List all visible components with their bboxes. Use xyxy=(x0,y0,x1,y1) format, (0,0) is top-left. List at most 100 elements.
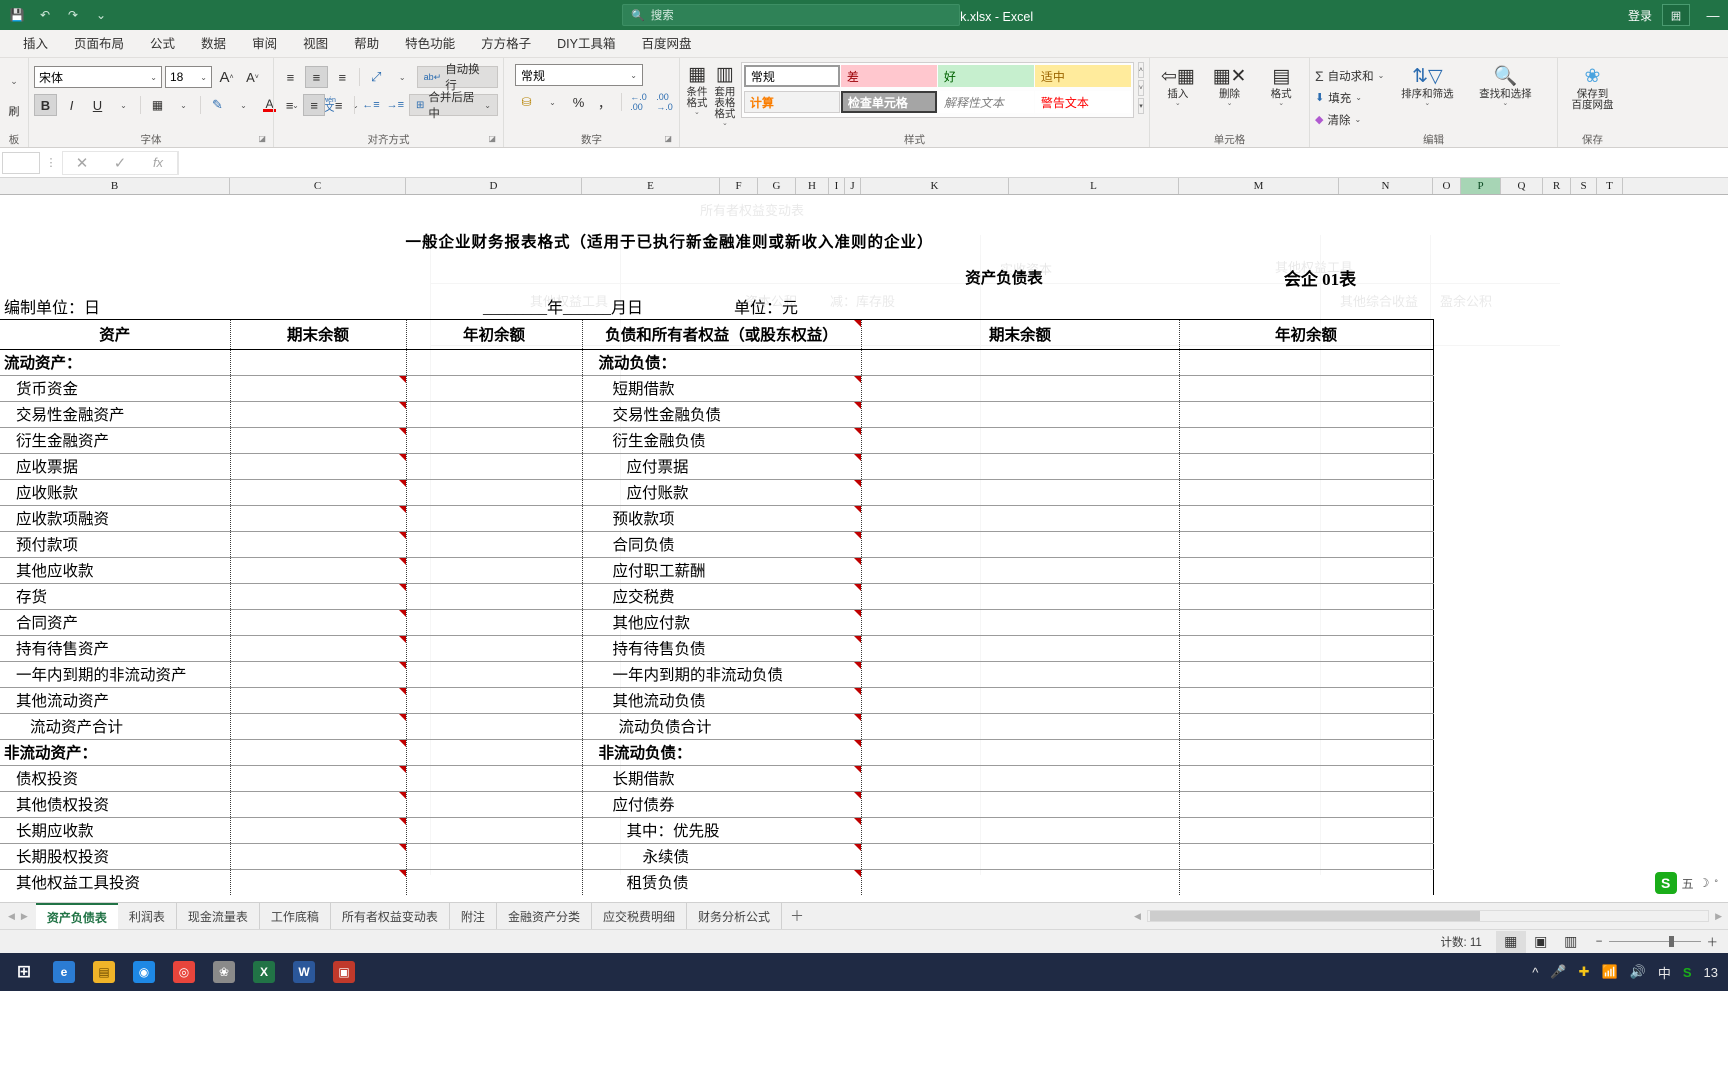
edge-icon[interactable]: e xyxy=(44,953,84,991)
asset-end-value[interactable] xyxy=(230,557,407,584)
system-tray[interactable]: ^ 🎤 ✚ 📶 🔊 中 S 13 xyxy=(1532,963,1728,982)
tray-expand-icon[interactable]: ^ xyxy=(1532,965,1538,980)
asset-end-value[interactable] xyxy=(230,843,407,870)
table-row[interactable]: 长期应收款 其中：优先股 xyxy=(0,817,1623,844)
asset-end-value[interactable] xyxy=(230,687,407,714)
liab-begin-value[interactable] xyxy=(1179,713,1434,740)
ribbon-tab-page-layout[interactable]: 页面布局 xyxy=(61,29,137,57)
table-row[interactable]: 一年内到期的非流动资产 一年内到期的非流动负债 xyxy=(0,661,1623,688)
table-row[interactable]: 应收款项融资 预收款项 xyxy=(0,505,1623,532)
excel-icon[interactable]: X xyxy=(244,953,284,991)
underline-button[interactable]: U xyxy=(86,94,109,116)
fill-color-caret-icon[interactable]: ⌄ xyxy=(232,94,255,116)
asset-label[interactable]: 长期股权投资 xyxy=(0,843,231,870)
ribbon-tab-formulas[interactable]: 公式 xyxy=(137,29,188,57)
liab-begin-value[interactable] xyxy=(1179,557,1434,584)
scroll-up-icon[interactable]: ˄ xyxy=(1137,62,1144,78)
liab-begin-value[interactable] xyxy=(1179,401,1434,428)
liab-begin-value[interactable] xyxy=(1179,843,1434,870)
wps-floating-badge[interactable]: S 五 ☽ ° xyxy=(1654,872,1718,894)
browser-icon[interactable]: ◉ xyxy=(124,953,164,991)
asset-end-value[interactable] xyxy=(230,739,407,766)
column-header-H[interactable]: H xyxy=(796,178,829,194)
asset-begin-value[interactable] xyxy=(406,583,583,610)
scroll-down-icon[interactable]: ˅ xyxy=(1137,80,1144,96)
scroll-right-icon[interactable]: ▶ xyxy=(1709,911,1728,922)
asset-label[interactable]: 合同资产 xyxy=(0,609,231,636)
liab-label[interactable]: 短期借款 xyxy=(582,375,862,402)
liab-label[interactable]: 租赁负债 xyxy=(582,869,862,895)
asset-begin-value[interactable] xyxy=(406,869,583,895)
orientation-icon[interactable]: ⤢ xyxy=(365,66,388,88)
asset-label[interactable]: 货币资金 xyxy=(0,375,231,402)
liab-end-value[interactable] xyxy=(861,817,1180,844)
account-icon[interactable]: 囲 xyxy=(1662,4,1690,26)
zoom-slider-track[interactable] xyxy=(1608,936,1701,947)
liab-end-value[interactable] xyxy=(861,531,1180,558)
asset-label[interactable]: 长期应收款 xyxy=(0,817,231,844)
chevron-down-icon[interactable]: ⌄ xyxy=(1378,71,1385,80)
liab-begin-value[interactable] xyxy=(1179,765,1434,792)
asset-end-value[interactable] xyxy=(230,505,407,532)
chevron-down-icon[interactable]: ⌄ xyxy=(1355,93,1362,102)
asset-end-value[interactable] xyxy=(230,401,407,428)
decrease-decimal-icon[interactable]: .00 →.0 xyxy=(653,91,676,113)
liab-label[interactable]: 预收款项 xyxy=(582,505,862,532)
asset-label[interactable]: 其他应收款 xyxy=(0,557,231,584)
normal-view-icon[interactable]: ▦ xyxy=(1495,930,1526,953)
table-row[interactable]: 其他应收款 应付职工薪酬 xyxy=(0,557,1623,584)
font-name-combobox[interactable]: 宋体 ⌄ xyxy=(34,66,162,88)
asset-begin-value[interactable] xyxy=(406,739,583,766)
orientation-caret-icon[interactable]: ⌄ xyxy=(391,66,414,88)
scroll-thumb[interactable] xyxy=(1149,911,1480,921)
asset-label[interactable]: 债权投资 xyxy=(0,765,231,792)
liab-begin-value[interactable] xyxy=(1179,661,1434,688)
liab-label[interactable]: 其他流动负债 xyxy=(582,687,862,714)
asset-end-value[interactable] xyxy=(230,869,407,895)
column-header-F[interactable]: F xyxy=(720,178,758,194)
liab-label[interactable]: 流动负债： xyxy=(582,349,862,376)
chevron-down-icon[interactable]: ⌄ xyxy=(1424,100,1430,107)
asset-end-value[interactable] xyxy=(230,661,407,688)
align-left-button[interactable]: ≡ xyxy=(279,94,300,116)
sheet-tab-working-papers[interactable]: 工作底稿 xyxy=(260,903,331,929)
ribbon-tab-view[interactable]: 视图 xyxy=(290,29,341,57)
asset-label[interactable]: 应收票据 xyxy=(0,453,231,480)
table-row[interactable]: 流动资产： 流动负债： xyxy=(0,349,1623,376)
chevron-down-icon[interactable]: ⌄ xyxy=(722,120,728,127)
table-row[interactable]: 债权投资 长期借款 xyxy=(0,765,1623,792)
column-header-R[interactable]: R xyxy=(1543,178,1571,194)
cell-style-warning-text[interactable]: 警告文本 xyxy=(1034,91,1131,113)
liab-label[interactable]: 其他应付款 xyxy=(582,609,862,636)
format-cells-button[interactable]: ▤ 格式 ⌄ xyxy=(1258,64,1304,107)
liab-end-value[interactable] xyxy=(861,401,1180,428)
merge-caret-icon[interactable]: ⌄ xyxy=(484,101,491,110)
search-box[interactable]: 🔍 搜索 xyxy=(622,4,960,26)
liab-begin-value[interactable] xyxy=(1179,635,1434,662)
liab-label[interactable]: 其中：优先股 xyxy=(582,817,862,844)
liab-label[interactable]: 应交税费 xyxy=(582,583,862,610)
liab-end-value[interactable] xyxy=(861,557,1180,584)
comma-style-button[interactable]: ， xyxy=(593,91,616,113)
asset-label[interactable]: 衍生金融资产 xyxy=(0,427,231,454)
fill-button[interactable]: ⬇ 填充 ⌄ xyxy=(1315,88,1384,107)
login-button[interactable]: 登录 xyxy=(1618,7,1662,24)
alignment-dialog-launcher[interactable]: ◪ xyxy=(488,132,496,146)
ime-indicator[interactable]: 中 xyxy=(1658,963,1671,982)
asset-begin-value[interactable] xyxy=(406,401,583,428)
sheet-tab-cash-flow[interactable]: 现金流量表 xyxy=(177,903,260,929)
sheet-tab-financial-asset-class[interactable]: 金融资产分类 xyxy=(497,903,592,929)
asset-begin-value[interactable] xyxy=(406,609,583,636)
asset-begin-value[interactable] xyxy=(406,635,583,662)
cell-styles-gallery[interactable]: 常规 差 好 适中 计算 检查单元格 解释性文本 警告文本 xyxy=(740,62,1134,118)
table-row[interactable]: 其他流动资产 其他流动负债 xyxy=(0,687,1623,714)
column-header-Q[interactable]: Q xyxy=(1501,178,1543,194)
liab-begin-value[interactable] xyxy=(1179,375,1434,402)
table-row[interactable]: 长期股权投资 永续债 xyxy=(0,843,1623,870)
zoom-control[interactable]: − ＋ xyxy=(1586,934,1728,950)
asset-begin-value[interactable] xyxy=(406,557,583,584)
italic-button[interactable]: I xyxy=(60,94,83,116)
chevron-down-icon[interactable]: ⌄ xyxy=(1278,100,1284,107)
liab-end-value[interactable] xyxy=(861,505,1180,532)
folder-icon[interactable]: ▤ xyxy=(84,953,124,991)
